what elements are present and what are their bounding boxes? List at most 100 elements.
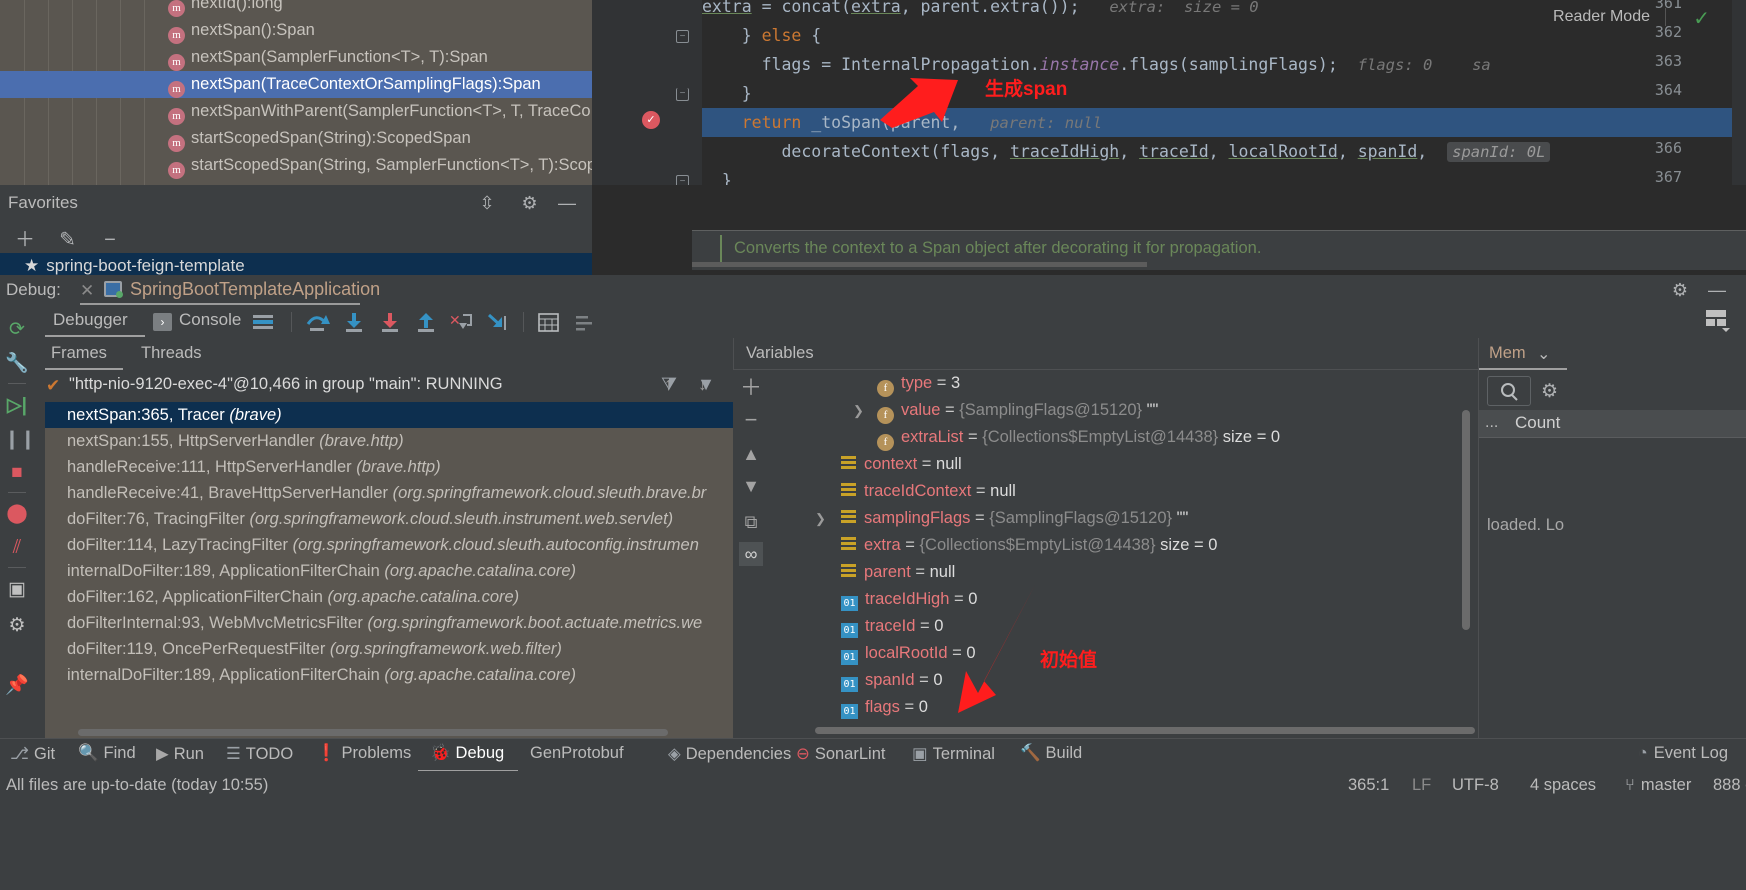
structure-item[interactable]: m nextSpanWithParent(SamplerFunction<T>, …	[0, 98, 592, 125]
file-encoding[interactable]: UTF-8	[1452, 776, 1499, 795]
rerun-icon[interactable]: ⟳	[4, 317, 30, 343]
variables-scrollbar[interactable]	[1462, 410, 1470, 630]
variable-row[interactable]: 01 flags = 0	[769, 694, 1478, 721]
drop-frame-icon[interactable]: ✕	[449, 311, 473, 333]
bottom-item-dependencies[interactable]: ◈ Dependencies	[668, 744, 791, 764]
frame-row[interactable]: internalDoFilter:189, ApplicationFilterC…	[45, 662, 733, 688]
bottom-item-event-log[interactable]: ◔ Event Log	[1638, 744, 1728, 763]
add-icon[interactable]: ＋	[6, 223, 44, 252]
run-configuration-name[interactable]: SpringBootTemplateApplication	[130, 279, 380, 300]
thread-selector[interactable]: ✔ "http-nio-9120-exec-4"@10,466 in group…	[33, 370, 733, 402]
view-breakpoints-icon[interactable]: ⫽	[4, 535, 30, 561]
structure-item[interactable]: m startScopedSpan(String):ScopedSpan	[0, 125, 592, 152]
gear-icon[interactable]: ⚙	[512, 193, 548, 214]
vcs-branch[interactable]: ⑂ master	[1625, 776, 1691, 795]
variable-row[interactable]: 01 spanId = 0	[769, 667, 1478, 694]
watches-icon[interactable]: ∞	[739, 542, 763, 566]
step-over-icon[interactable]	[305, 311, 330, 333]
settings-list-icon[interactable]	[573, 311, 597, 333]
frame-row[interactable]: internalDoFilter:189, ApplicationFilterC…	[45, 558, 733, 584]
frames-list[interactable]: nextSpan:365, Tracer (brave) nextSpan:15…	[45, 402, 733, 738]
frames-horizontal-scrollbar[interactable]	[78, 729, 668, 736]
structure-item[interactable]: m nextSpan(SamplerFunction<T>, T):Span	[0, 44, 592, 71]
tab-debugger[interactable]: Debugger	[53, 310, 128, 330]
frame-row[interactable]: handleReceive:111, HttpServerHandler (br…	[45, 454, 733, 480]
variable-row[interactable]: extra = {Collections$EmptyList@14438} si…	[769, 532, 1478, 559]
bottom-item-git[interactable]: ⎇ Git	[10, 744, 55, 764]
variable-row[interactable]: f extraList = {Collections$EmptyList@1443…	[769, 424, 1478, 451]
console-icon[interactable]: ›	[153, 313, 172, 331]
wrench-icon[interactable]: 🔧	[4, 351, 30, 377]
filter-icon[interactable]: ▼	[697, 374, 715, 395]
run-to-cursor-icon[interactable]	[485, 311, 509, 333]
frame-row[interactable]: nextSpan:155, HttpServerHandler (brave.h…	[45, 428, 733, 454]
tab-memory[interactable]: Mem	[1489, 344, 1526, 363]
reader-mode-label[interactable]: Reader Mode	[1553, 8, 1650, 26]
tab-frames[interactable]: Frames	[51, 344, 107, 363]
bottom-item-todo[interactable]: ☰ TODO	[226, 744, 293, 764]
variables-tree[interactable]: f type = 3 ❯ f value = {SamplingFlags@15120…	[769, 370, 1478, 738]
layout-settings-icon[interactable]	[1702, 307, 1732, 332]
code-line[interactable]: flags = InternalPropagation.instance.fla…	[702, 50, 1746, 79]
remove-icon[interactable]: −	[91, 229, 129, 252]
structure-item[interactable]: m startScopedSpan(String, SamplerFunction…	[0, 152, 592, 179]
bottom-item-problems[interactable]: ❗ Problems	[316, 744, 411, 763]
fold-marker-icon[interactable]: −	[676, 30, 689, 43]
step-out-icon[interactable]	[413, 311, 437, 333]
fold-marker-icon[interactable]: −	[676, 175, 689, 185]
frame-row[interactable]: doFilter:119, OncePerRequestFilter (org.…	[45, 636, 733, 662]
code-line-highlighted[interactable]: return _toSpan(parent, parent: null	[702, 108, 1746, 137]
show-execution-point-icon[interactable]	[251, 311, 275, 333]
code-line[interactable]: decorateContext(flags, traceIdHigh, trac…	[702, 137, 1746, 166]
variable-row[interactable]: ❯ f value = {SamplingFlags@15120} ""	[769, 397, 1478, 424]
resume-icon[interactable]: ▷|	[4, 393, 30, 419]
remove-icon[interactable]: −	[739, 408, 763, 432]
chevron-right-icon[interactable]: ❯	[815, 505, 826, 532]
structure-item[interactable]: m nextId():long	[0, 0, 592, 17]
breakpoint-icon[interactable]: ✓	[642, 111, 660, 129]
bottom-item-genprotobuf[interactable]: GenProtobuf	[530, 744, 624, 763]
reader-mode-check-icon[interactable]: ✓	[1693, 6, 1710, 31]
collapse-all-icon[interactable]: ⇳	[467, 193, 507, 214]
fold-marker-icon[interactable]: −	[676, 88, 689, 101]
code-line[interactable]: }	[702, 79, 1746, 108]
variables-horizontal-scrollbar[interactable]	[815, 727, 1475, 734]
code-editor[interactable]: 361 362 363 364 365 366 367 − − − ✓ extr…	[592, 0, 1746, 185]
variable-row[interactable]: traceIdContext = null	[769, 478, 1478, 505]
force-step-into-icon[interactable]	[377, 311, 401, 333]
frame-row[interactable]: doFilter:114, LazyTracingFilter (org.spr…	[45, 532, 733, 558]
camera-icon[interactable]: ▣	[4, 577, 30, 603]
gear-icon[interactable]: ⚙	[1672, 280, 1688, 301]
frame-row[interactable]: handleReceive:41, BraveHttpServerHandler…	[45, 480, 733, 506]
memory-indicator[interactable]: 888 of 6000M	[1713, 776, 1746, 795]
variable-row[interactable]: 01 traceIdHigh = 0	[769, 586, 1478, 613]
mute-breakpoints-icon[interactable]: ⬤	[4, 501, 30, 527]
bottom-item-run[interactable]: ▶ Run	[156, 744, 204, 764]
close-icon[interactable]: ✕	[80, 281, 94, 301]
bottom-item-build[interactable]: 🔨 Build	[1020, 744, 1082, 763]
up-icon[interactable]: ▲	[739, 442, 763, 466]
evaluate-expression-icon[interactable]	[537, 311, 561, 333]
gear-icon[interactable]: ⚙	[1541, 380, 1558, 403]
structure-item[interactable]: m nextSpan():Span	[0, 17, 592, 44]
frame-row[interactable]: doFilterInternal:93, WebMvcMetricsFilter…	[45, 610, 733, 636]
variable-row[interactable]: f type = 3	[769, 370, 1478, 397]
bottom-item-terminal[interactable]: ▣ Terminal	[912, 744, 995, 764]
pin-icon[interactable]: 📌	[4, 673, 30, 699]
minimize-icon[interactable]: —	[552, 193, 582, 214]
down-icon[interactable]: ▼	[739, 474, 763, 498]
caret-position[interactable]: 365:1	[1348, 776, 1389, 795]
variable-row[interactable]: context = null	[769, 451, 1478, 478]
stop-icon[interactable]: ■	[4, 460, 30, 486]
bottom-item-sonarlint[interactable]: ⊖ SonarLint	[796, 744, 885, 764]
bottom-item-debug[interactable]: 🐞 Debug	[430, 744, 504, 763]
tab-console[interactable]: Console	[179, 310, 241, 330]
chevron-right-icon[interactable]: ❯	[853, 397, 864, 424]
variable-row[interactable]: 01 traceId = 0	[769, 613, 1478, 640]
structure-popup[interactable]: m nextId():long m nextSpan():Span m nextSpa…	[0, 0, 592, 185]
copy-icon[interactable]: ⧉	[739, 510, 763, 534]
variable-row[interactable]: parent = null	[769, 559, 1478, 586]
variable-row[interactable]: 01 localRootId = 0	[769, 640, 1478, 667]
code-line[interactable]: }	[702, 166, 1746, 185]
filter-funnel-icon[interactable]: ⧩	[661, 374, 677, 395]
